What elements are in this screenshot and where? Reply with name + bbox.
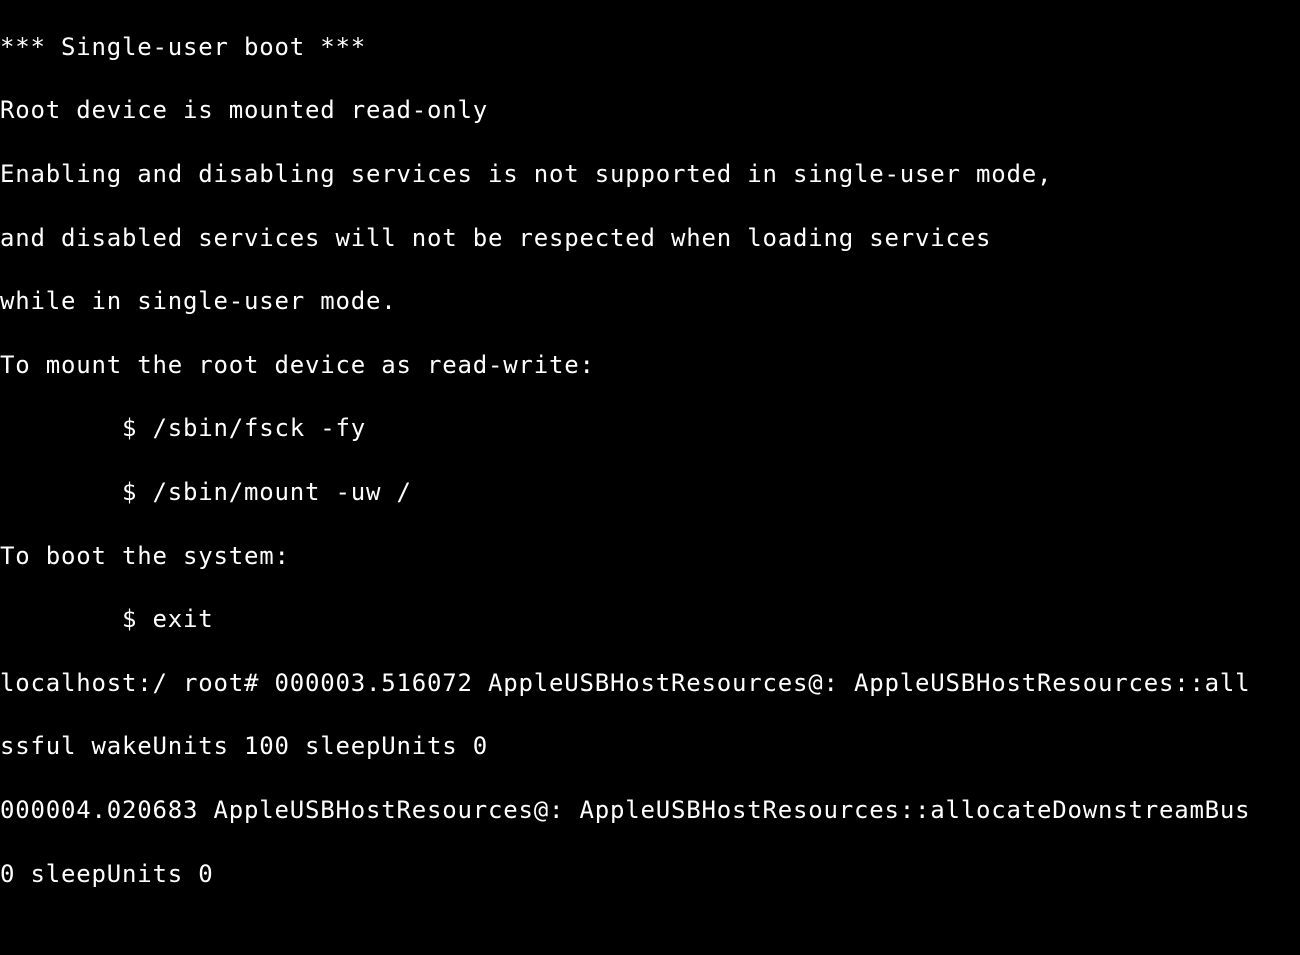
terminal-console[interactable]: *** Single-user boot *** Root device is … [0, 0, 1300, 955]
console-line: $ exit [0, 604, 1300, 636]
console-line: *** Single-user boot *** [0, 32, 1300, 64]
console-line: while in single-user mode. [0, 286, 1300, 318]
console-line: $ /sbin/fsck -fy [0, 413, 1300, 445]
console-line: Enabling and disabling services is not s… [0, 159, 1300, 191]
console-line: localhost:/ root# 000003.516072 AppleUSB… [0, 668, 1300, 700]
console-line: $ /sbin/mount -uw / [0, 477, 1300, 509]
console-line: 0 sleepUnits 0 [0, 859, 1300, 891]
console-line: and disabled services will not be respec… [0, 223, 1300, 255]
console-line: 000004.020683 AppleUSBHostResources@: Ap… [0, 795, 1300, 827]
console-line: ssful wakeUnits 100 sleepUnits 0 [0, 731, 1300, 763]
console-line: To boot the system: [0, 541, 1300, 573]
console-line: Root device is mounted read-only [0, 95, 1300, 127]
console-line: To mount the root device as read-write: [0, 350, 1300, 382]
